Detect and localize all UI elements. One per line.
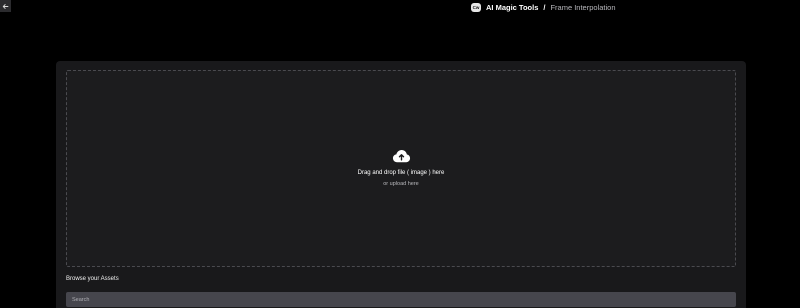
breadcrumb-separator: / bbox=[543, 3, 546, 12]
dropzone-title: Drag and drop file ( image ) here bbox=[357, 169, 445, 176]
app-title-link[interactable]: AI Magic Tools bbox=[486, 3, 538, 12]
assets-heading: Browse your Assets bbox=[66, 276, 119, 282]
back-button[interactable] bbox=[0, 0, 11, 12]
arrow-left-icon bbox=[2, 3, 9, 9]
search-input[interactable] bbox=[66, 292, 736, 307]
header-breadcrumb: Cw AI Magic Tools / Frame Interpolation bbox=[471, 2, 616, 13]
file-dropzone[interactable]: Drag and drop file ( image ) here or upl… bbox=[66, 70, 736, 267]
upload-link[interactable]: or upload here bbox=[383, 179, 418, 189]
brand-logo: Cw bbox=[471, 3, 481, 12]
main-panel: Drag and drop file ( image ) here or upl… bbox=[56, 61, 746, 308]
cloud-upload-icon bbox=[392, 149, 410, 162]
page: Cw AI Magic Tools / Frame Interpolation … bbox=[0, 0, 800, 308]
breadcrumb-current-page: Frame Interpolation bbox=[550, 3, 616, 12]
